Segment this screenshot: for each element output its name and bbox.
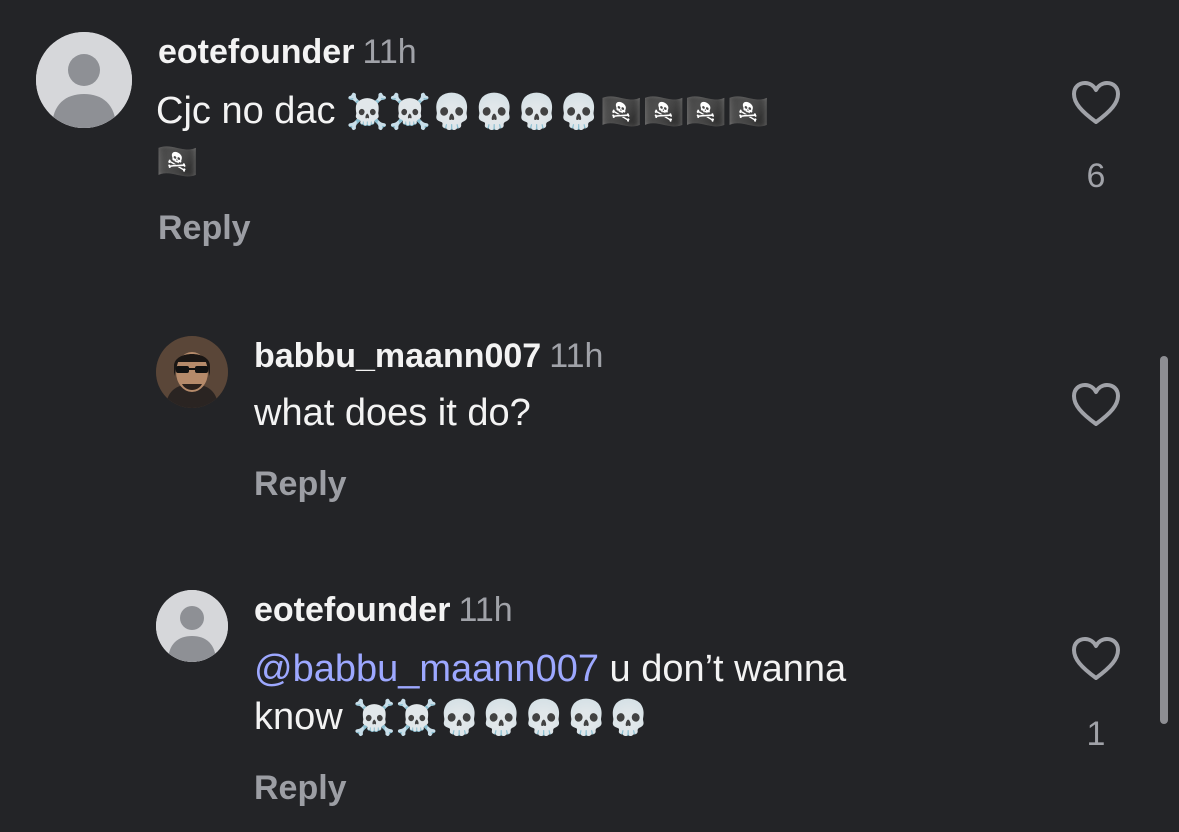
- heart-icon: [1072, 383, 1120, 426]
- default-avatar-icon: [36, 32, 132, 128]
- like-button[interactable]: [1071, 80, 1121, 126]
- avatar[interactable]: [36, 32, 132, 128]
- comment-header: eotefounder 11h: [158, 32, 417, 72]
- scrollbar[interactable]: [1160, 356, 1168, 724]
- username[interactable]: babbu_maann007: [254, 337, 541, 375]
- emoji-row: 🏴‍☠️: [156, 143, 199, 181]
- profile-photo: [156, 336, 228, 408]
- comment-text-content: u don’t wanna: [598, 648, 847, 690]
- like-count: 1: [1086, 715, 1106, 753]
- timestamp: 11h: [549, 337, 604, 375]
- comment-text: @babbu_maann007 u don’t wanna: [254, 644, 846, 694]
- reply-button[interactable]: Reply: [254, 768, 347, 808]
- default-avatar-icon: [156, 590, 228, 662]
- heart-icon: [1072, 637, 1120, 680]
- timestamp: 11h: [458, 591, 513, 629]
- avatar[interactable]: [156, 336, 228, 408]
- username[interactable]: eotefounder: [254, 591, 450, 629]
- timestamp: 11h: [362, 33, 417, 71]
- avatar[interactable]: [156, 590, 228, 662]
- reply-button[interactable]: Reply: [158, 208, 251, 248]
- mention-link[interactable]: @babbu_maann007: [254, 648, 599, 690]
- comment-text-content: what does it do?: [254, 392, 531, 434]
- comment-text: what does it do?: [254, 388, 531, 438]
- username[interactable]: eotefounder: [158, 33, 354, 71]
- comment-text-line2: 🏴‍☠️: [156, 136, 200, 187]
- heart-icon: [1072, 81, 1120, 124]
- comment-text: Cjc no dac ☠️☠️💀💀💀💀🏴‍☠️🏴‍☠️🏴‍☠️🏴‍☠️: [156, 86, 771, 137]
- comment-text-line2: know ☠️☠️💀💀💀💀💀: [254, 692, 652, 743]
- like-button[interactable]: [1071, 382, 1121, 428]
- reply-button[interactable]: Reply: [254, 464, 347, 504]
- emoji-row: ☠️☠️💀💀💀💀💀: [353, 699, 650, 737]
- emoji-row: ☠️☠️💀💀💀💀🏴‍☠️🏴‍☠️🏴‍☠️🏴‍☠️: [346, 93, 770, 131]
- like-button[interactable]: [1071, 636, 1121, 682]
- like-count: 6: [1086, 157, 1106, 195]
- comment-text-content: know: [254, 696, 343, 738]
- comment-header: eotefounder 11h: [254, 590, 513, 630]
- comment-text-content: Cjc no dac: [156, 90, 336, 132]
- comment-header: babbu_maann007 11h: [254, 336, 603, 376]
